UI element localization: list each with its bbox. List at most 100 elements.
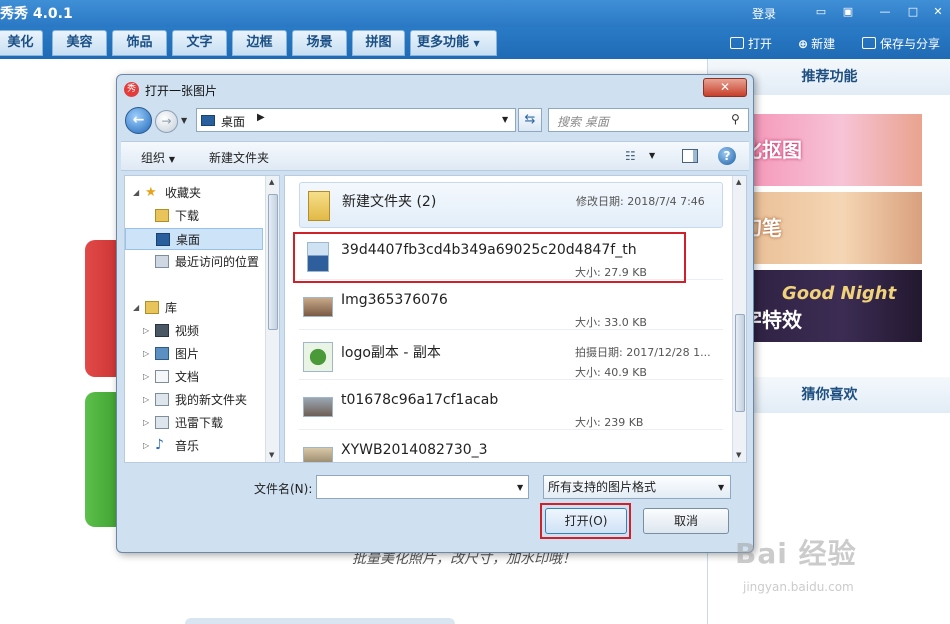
nav-item-libraries[interactable]: ◢ 库: [125, 297, 265, 319]
view-mode-icon[interactable]: ☷: [625, 149, 639, 163]
nav-item-documents[interactable]: ▷ 文档: [125, 366, 265, 388]
filter-dropdown-icon[interactable]: ▼: [718, 477, 724, 499]
tab-beautify[interactable]: 美化: [0, 30, 43, 56]
tab-border[interactable]: 边框: [232, 30, 287, 56]
nav-item-favorites[interactable]: ◢ ★ 收藏夹: [125, 182, 265, 204]
video-library-icon: [155, 324, 169, 337]
cancel-button[interactable]: 取消: [643, 508, 729, 534]
address-location[interactable]: 桌面: [221, 113, 245, 130]
organize-menu[interactable]: 组织 ▼: [141, 149, 175, 166]
nav-item-label: 库: [165, 301, 178, 315]
nav-item-label: 我的新文件夹: [175, 393, 248, 407]
file-row[interactable]: t01678c96a17cf1acab 大小: 239 KB: [299, 384, 723, 430]
file-row[interactable]: 新建文件夹 (2) 修改日期: 2018/7/4 7:46: [299, 182, 723, 228]
library-icon: [155, 416, 169, 429]
filename-input[interactable]: ▼: [316, 475, 529, 499]
expand-triangle-icon[interactable]: ▷: [143, 435, 149, 457]
nav-item-pictures[interactable]: ▷ 图片: [125, 343, 265, 365]
nav-scroll-thumb[interactable]: [268, 194, 278, 330]
filename-dropdown-icon[interactable]: ▼: [517, 483, 523, 492]
minimize-icon[interactable]: —: [878, 5, 892, 18]
view-dropdown-icon[interactable]: ▼: [649, 151, 655, 160]
file-size: 大小: 33.0 KB: [575, 316, 647, 329]
tab-more-label: 更多功能: [417, 35, 470, 50]
file-row[interactable]: logo副本 - 副本 拍摄日期: 2017/12/28 1... 大小: 40…: [299, 334, 723, 380]
scroll-down-icon[interactable]: ▼: [736, 451, 741, 459]
tab-scene[interactable]: 场景: [292, 30, 347, 56]
expand-triangle-icon[interactable]: ▷: [143, 389, 149, 411]
desktop-icon: [201, 115, 215, 126]
save-share-action[interactable]: 保存与分享: [862, 35, 940, 52]
image-thumbnail-icon: [303, 397, 333, 417]
recent-places-icon: [155, 255, 169, 268]
file-name: XYWB2014082730_3: [341, 442, 488, 458]
tab-collage[interactable]: 拼图: [352, 30, 405, 56]
refresh-icon[interactable]: ⇆: [518, 108, 542, 132]
skin-icon[interactable]: ▣: [841, 5, 855, 18]
scroll-down-icon[interactable]: ▼: [269, 451, 274, 459]
nav-item-music[interactable]: ▷ ♪ 音乐: [125, 435, 265, 457]
nav-scrollbar[interactable]: ▲ ▼: [265, 176, 279, 462]
title-bar: 秀秀 4.0.1 登录 ▭ ▣ — □ ✕: [0, 0, 950, 27]
nav-item-videos[interactable]: ▷ 视频: [125, 320, 265, 342]
image-thumbnail-icon: [303, 447, 333, 462]
new-action[interactable]: ⊕ 新建: [798, 35, 835, 52]
preview-pane-icon[interactable]: [682, 149, 698, 163]
search-input[interactable]: 搜索 桌面 ⚲: [548, 108, 749, 132]
help-icon[interactable]: ?: [718, 147, 736, 165]
nav-item-label: 下载: [175, 209, 200, 223]
new-folder-button[interactable]: 新建文件夹: [209, 149, 269, 166]
app-window: 秀秀 4.0.1 登录 ▭ ▣ — □ ✕ 美化 美容 饰品 文字 边框 场景 …: [0, 0, 950, 624]
nav-item-downloads[interactable]: 下载: [125, 205, 265, 227]
baidu-watermark: Bai 经验 jingyan.baidu.com: [735, 522, 935, 622]
download-folder-icon: [155, 209, 169, 222]
close-icon[interactable]: ✕: [931, 5, 945, 18]
nav-item-recent[interactable]: 最近访问的位置: [125, 251, 265, 273]
search-icon[interactable]: ⚲: [731, 112, 740, 126]
scroll-up-icon[interactable]: ▲: [269, 178, 274, 186]
message-icon[interactable]: ▭: [814, 5, 828, 18]
expand-triangle-icon[interactable]: ▷: [143, 366, 149, 388]
tab-beauty[interactable]: 美容: [52, 30, 107, 56]
desktop-icon: [156, 233, 170, 246]
address-bar[interactable]: 桌面 ▶ ▼: [196, 108, 516, 132]
dialog-close-button[interactable]: ✕: [703, 78, 747, 97]
expand-triangle-icon[interactable]: ▷: [143, 343, 149, 365]
bottom-tab-strip[interactable]: [185, 618, 455, 624]
nav-item-xunlei[interactable]: ▷ 迅雷下载: [125, 412, 265, 434]
meitu-logo-icon: 秀: [124, 82, 139, 97]
nav-item-label: 文档: [175, 370, 200, 384]
collapse-triangle-icon[interactable]: ◢: [133, 297, 139, 319]
history-dropdown-icon[interactable]: ▼: [181, 116, 187, 125]
file-row[interactable]: XYWB2014082730_3: [299, 434, 723, 462]
music-note-icon: ♪: [155, 437, 164, 453]
back-arrow-icon[interactable]: ←: [125, 107, 152, 134]
collapse-triangle-icon[interactable]: ◢: [133, 182, 139, 204]
tab-text[interactable]: 文字: [172, 30, 227, 56]
tab-more[interactable]: 更多功能 ▼: [410, 30, 497, 56]
watermark-url: jingyan.baidu.com: [743, 580, 854, 594]
expand-triangle-icon[interactable]: ▷: [143, 412, 149, 434]
nav-item-my-new-folder[interactable]: ▷ 我的新文件夹: [125, 389, 265, 411]
file-type-filter[interactable]: 所有支持的图片格式 ▼: [543, 475, 731, 499]
file-list-pane: 新建文件夹 (2) 修改日期: 2018/7/4 7:46 39d4407fb3…: [284, 175, 747, 463]
expand-triangle-icon[interactable]: ▷: [143, 320, 149, 342]
tab-accessories[interactable]: 饰品: [112, 30, 167, 56]
file-list-scrollbar[interactable]: ▲ ▼: [732, 176, 746, 462]
nav-item-desktop[interactable]: 桌面: [125, 228, 263, 250]
forward-arrow-icon[interactable]: →: [155, 110, 178, 133]
open-action[interactable]: 打开: [730, 35, 772, 52]
file-name: 新建文件夹 (2): [342, 194, 437, 210]
plus-icon: ⊕: [798, 37, 809, 51]
maximize-icon[interactable]: □: [906, 5, 920, 18]
file-name: logo副本 - 副本: [341, 345, 441, 361]
file-size: 大小: 239 KB: [575, 416, 644, 429]
scroll-up-icon[interactable]: ▲: [736, 178, 741, 186]
folder-icon: [308, 191, 330, 221]
file-row[interactable]: Img365376076 大小: 33.0 KB: [299, 284, 723, 330]
file-scroll-thumb[interactable]: [735, 314, 745, 412]
address-dropdown-icon[interactable]: ▼: [502, 115, 508, 124]
file-modified-date: 修改日期: 2018/7/4 7:46: [576, 195, 705, 208]
login-link[interactable]: 登录: [752, 5, 776, 22]
breadcrumb-arrow-icon[interactable]: ▶: [257, 112, 265, 123]
